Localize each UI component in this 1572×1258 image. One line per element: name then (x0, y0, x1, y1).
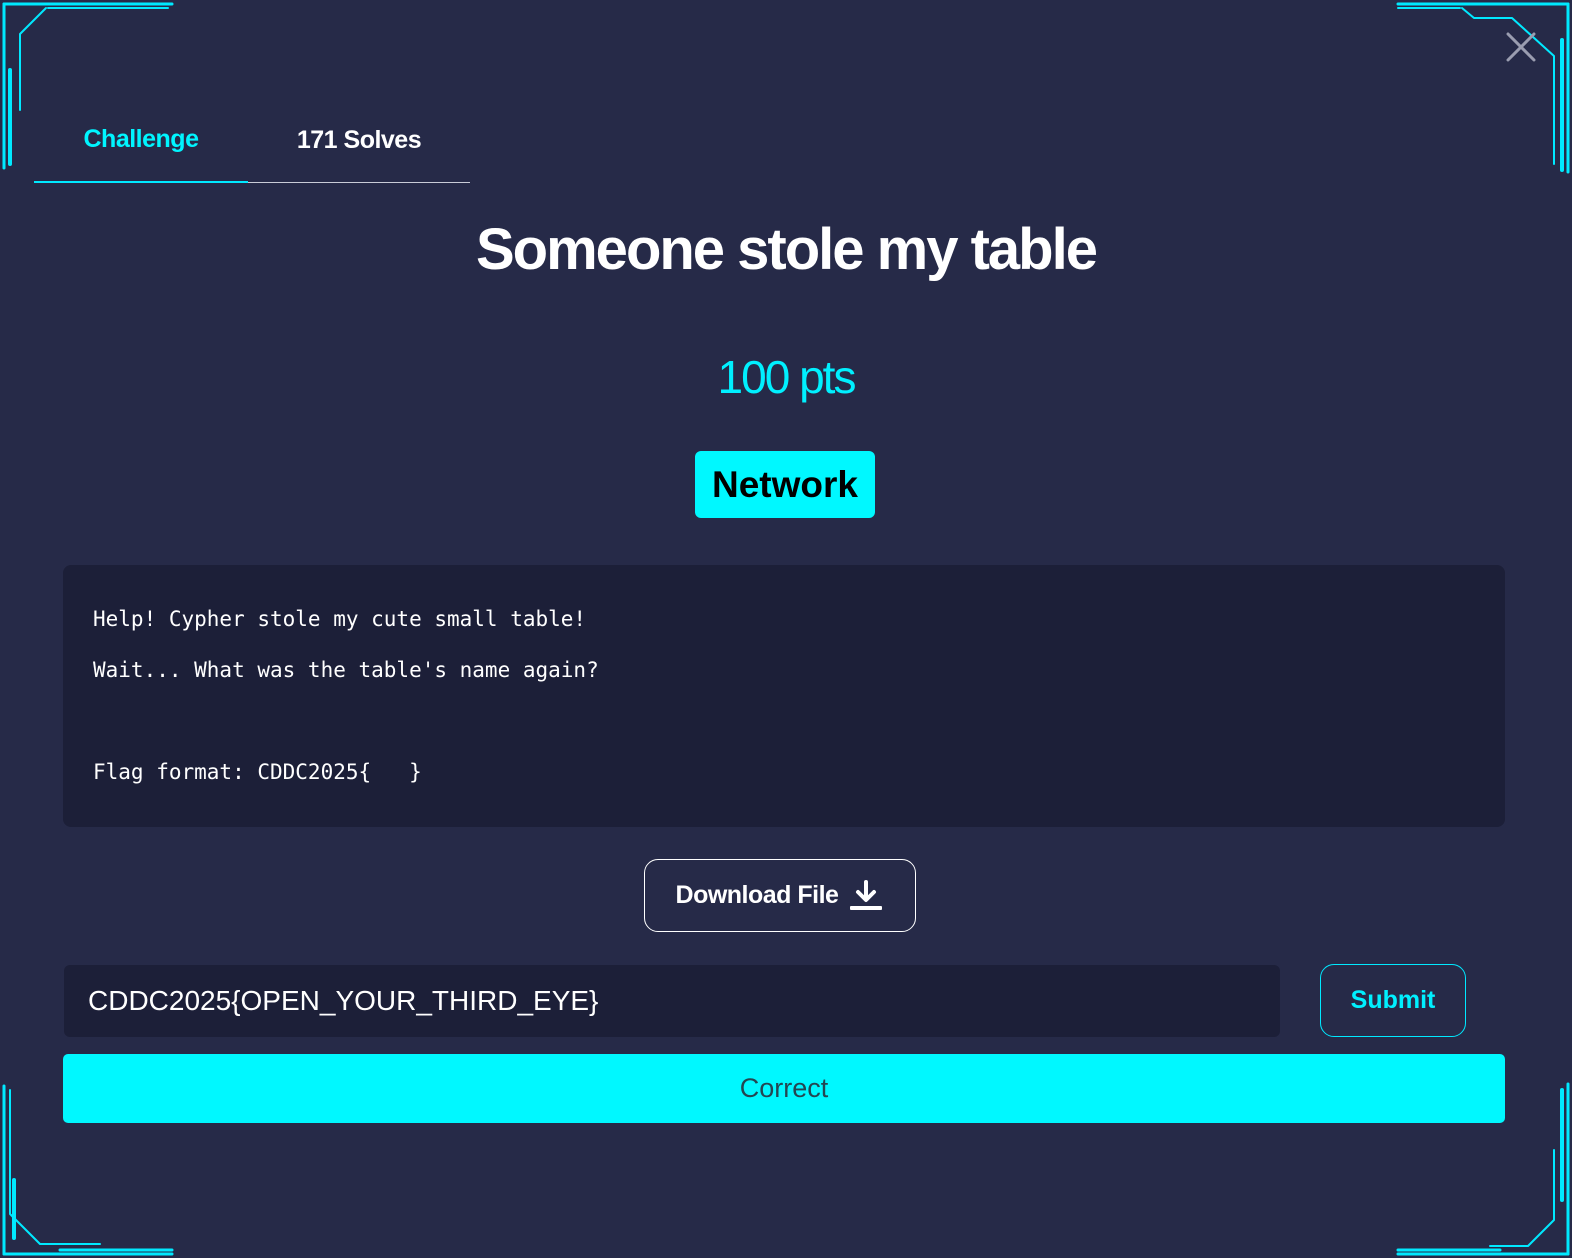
close-icon (1506, 32, 1536, 62)
tab-challenge[interactable]: Challenge (34, 98, 248, 183)
download-file-label: Download File (675, 881, 839, 909)
tab-solves[interactable]: 171 Solves (248, 98, 470, 182)
description-line: Help! Cypher stole my cute small table! (93, 607, 587, 631)
challenge-modal: Challenge 171 Solves Someone stole my ta… (0, 0, 1572, 1258)
challenge-points: 100 pts (717, 351, 857, 403)
result-message: Correct (739, 1073, 829, 1103)
flag-format-line: Flag format: CDDC2025{ } (93, 760, 422, 784)
submit-button[interactable]: Submit (1320, 964, 1466, 1037)
submit-label: Submit (1350, 986, 1436, 1014)
category-label: Network (712, 463, 858, 505)
flag-input[interactable] (64, 965, 1280, 1037)
download-file-button[interactable]: Download File (644, 859, 916, 932)
tab-challenge-label: Challenge (83, 125, 199, 153)
challenge-tabs: Challenge 171 Solves (34, 98, 470, 183)
challenge-title: Someone stole my table (476, 217, 1098, 282)
challenge-description: Help! Cypher stole my cute small table! … (63, 565, 1505, 827)
download-icon (848, 879, 884, 913)
tab-solves-label: 171 Solves (296, 125, 422, 154)
description-line: Wait... What was the table's name again? (93, 658, 599, 682)
close-button[interactable] (1500, 26, 1542, 68)
category-badge: Network (695, 451, 875, 518)
result-notification: Correct (63, 1054, 1505, 1123)
